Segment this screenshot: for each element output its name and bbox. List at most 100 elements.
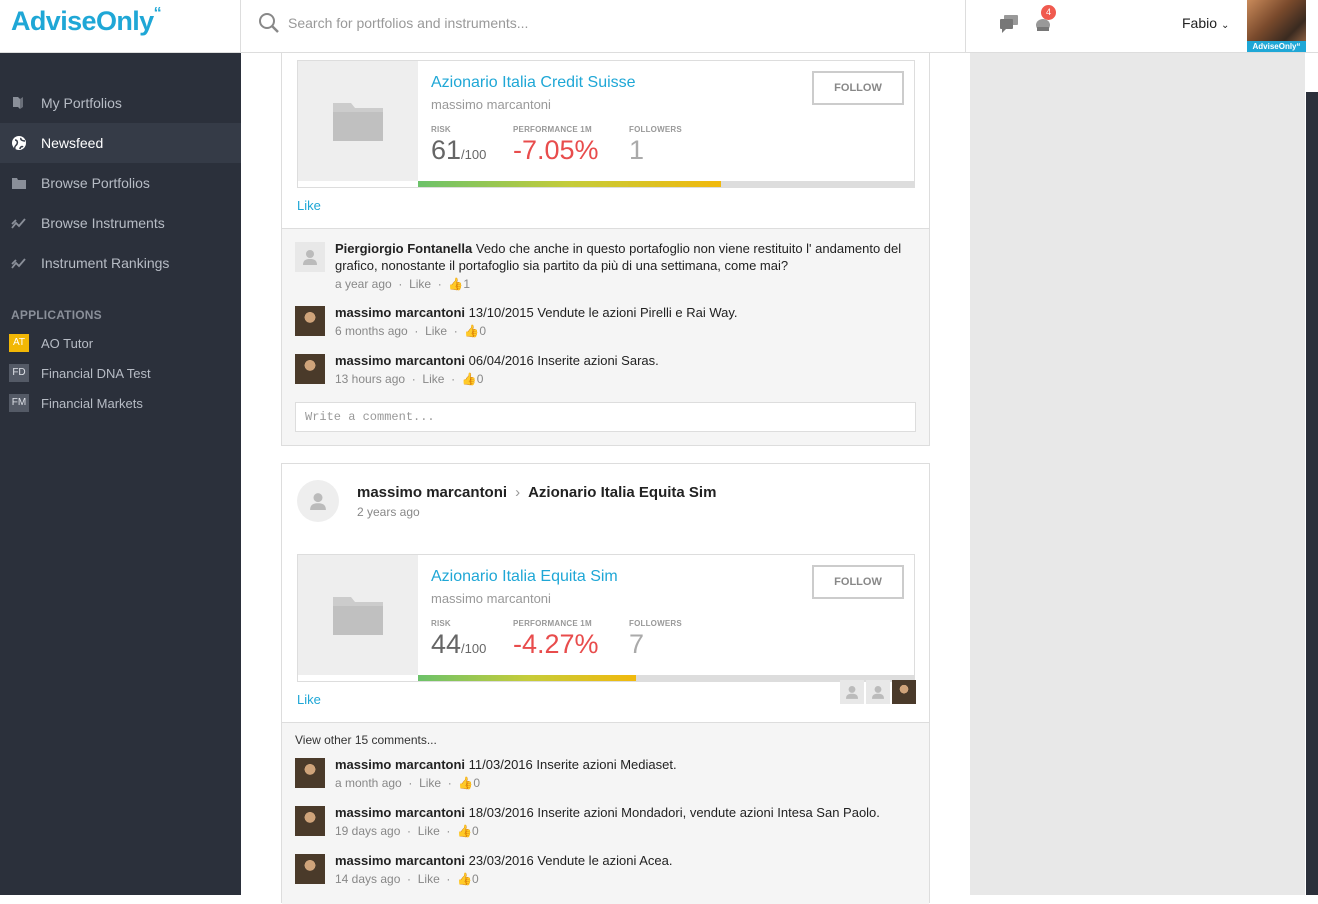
risk-label: RISK [431,125,451,134]
comment-body: 11/03/2016 Inserite azioni Mediaset. [468,757,677,772]
post-author[interactable]: massimo marcantoni [357,484,507,501]
comment-like-link[interactable]: Like [418,872,440,886]
avatar[interactable] [295,758,325,788]
comment-body: 23/03/2016 Vendute le azioni Acea. [468,853,673,868]
comment-time: a year ago [335,277,392,291]
sidebar-nav: My Portfolios Newsfeed Browse Portfolios… [0,83,241,283]
comment-text: Piergiorgio Fontanella Vedo che anche in… [335,240,915,274]
chevron-down-icon: ⌄ [1221,20,1230,31]
app-financial-dna-test[interactable]: FD Financial DNA Test [0,358,241,388]
chat-icon[interactable] [998,12,1020,34]
comment-text: massimo marcantoni 11/03/2016 Inserite a… [335,756,915,773]
sidebar-item-label: Browse Portfolios [41,175,150,191]
comment-meta: a year ago · Like · 👍1 [335,277,471,291]
comment-meta: 14 days ago · Like · 👍0 [335,872,479,886]
user-avatar[interactable]: AdviseOnly“ [1247,0,1306,52]
comment-body: 18/03/2016 Inserite azioni Mondadori, ve… [468,805,880,820]
avatar[interactable] [295,806,325,836]
scrollbar[interactable] [1306,92,1318,895]
thumbs-up-icon: 👍 [461,372,477,386]
comments-section: Piergiorgio Fontanella Vedo che anche in… [282,228,929,445]
post-time: 2 years ago [357,505,420,519]
app-ao-tutor[interactable]: AT AO Tutor [0,328,241,358]
comment-input[interactable]: Write a comment... [295,402,916,432]
sidebar-item-instrument-rankings[interactable]: Instrument Rankings [0,243,241,283]
comment-author[interactable]: massimo marcantoni [335,757,465,772]
like-link[interactable]: Like [297,198,321,213]
sidebar-item-label: Instrument Rankings [41,255,170,271]
followers-label: FOLLOWERS [629,125,682,134]
thumbs-up-icon: 👍 [464,324,480,338]
comment-meta: 6 months ago · Like · 👍0 [335,324,487,338]
liker-avatar[interactable] [866,680,890,704]
like-link[interactable]: Like [297,692,321,707]
risk-max: /100 [461,147,487,162]
portfolio-thumbnail [298,555,418,675]
liker-avatar[interactable] [892,680,916,704]
portfolio-card[interactable]: Azionario Italia Credit Suisse massimo m… [297,60,915,188]
comment-text: massimo marcantoni 23/03/2016 Vendute le… [335,852,915,869]
post-target[interactable]: Azionario Italia Equita Sim [528,484,716,501]
search-bar [242,0,966,53]
logo[interactable]: AdviseOnly“ [0,0,241,53]
comment-text: massimo marcantoni 13/10/2015 Vendute le… [335,304,915,321]
comment-author[interactable]: massimo marcantoni [335,305,465,320]
comment-like-count: 0 [472,824,479,838]
portfolio-card[interactable]: Azionario Italia Equita Sim massimo marc… [297,554,915,682]
comment-like-count: 0 [479,324,487,338]
app-financial-markets[interactable]: FM Financial Markets [0,388,241,418]
sidebar-item-newsfeed[interactable]: Newsfeed [0,123,241,163]
book-icon [13,97,23,109]
comment-like-link[interactable]: Like [418,824,440,838]
sidebar-item-my-portfolios[interactable]: My Portfolios [0,83,241,123]
sidebar-item-browse-portfolios[interactable]: Browse Portfolios [0,163,241,203]
comment-time: 6 months ago [335,324,408,338]
comment-time: 19 days ago [335,824,401,838]
user-name: Fabio [1182,15,1218,31]
thumbs-up-icon: 👍 [448,277,464,291]
avatar[interactable] [297,480,339,522]
user-placeholder-icon [303,250,317,265]
risk-value: 44 [431,629,462,659]
comment-author[interactable]: massimo marcantoni [335,805,465,820]
avatar[interactable] [295,354,325,384]
comments-section: View other 15 comments... massimo marcan… [282,722,929,904]
avatar[interactable] [295,854,325,884]
comment-like-link[interactable]: Like [419,776,441,790]
comment-text: massimo marcantoni 06/04/2016 Inserite a… [335,352,915,369]
performance-label: PERFORMANCE 1M [513,619,592,628]
comment-time: 14 days ago [335,872,401,886]
follow-button[interactable]: FOLLOW [812,565,904,599]
liker-avatar[interactable] [840,680,864,704]
portfolio-title[interactable]: Azionario Italia Equita Sim [431,568,618,586]
portfolio-thumbnail [298,61,418,181]
risk-stat: RISK 44/100 [431,619,486,660]
risk-label: RISK [431,619,451,628]
comment-author[interactable]: massimo marcantoni [335,853,465,868]
user-menu[interactable]: Fabio ⌄ [1182,15,1229,31]
comment-time: 13 hours ago [335,372,406,386]
thumbs-up-icon: 👍 [458,776,474,790]
app-badge: FM [9,394,29,412]
comment-author[interactable]: Piergiorgio Fontanella [335,241,472,256]
follow-button[interactable]: FOLLOW [812,71,904,105]
avatar-tag: AdviseOnly“ [1247,41,1306,52]
avatar[interactable] [295,306,325,336]
avatar[interactable] [295,242,325,272]
search-input[interactable] [288,13,928,33]
trend-icon [11,218,26,229]
user-placeholder-icon [846,686,858,699]
view-other-comments-link[interactable]: View other 15 comments... [295,733,437,747]
right-panel [970,53,1305,895]
portfolio-title[interactable]: Azionario Italia Credit Suisse [431,74,636,92]
comment-like-link[interactable]: Like [409,277,431,291]
comment-like-link[interactable]: Like [425,324,447,338]
followers-stat: FOLLOWERS 7 [629,619,682,660]
likers-avatars [838,680,916,704]
sidebar-item-browse-instruments[interactable]: Browse Instruments [0,203,241,243]
comment-author[interactable]: massimo marcantoni [335,353,465,368]
applications-heading: APPLICATIONS [11,308,102,322]
sidebar: My Portfolios Newsfeed Browse Portfolios… [0,53,241,895]
comment-like-link[interactable]: Like [422,372,444,386]
folder-icon [333,103,383,141]
